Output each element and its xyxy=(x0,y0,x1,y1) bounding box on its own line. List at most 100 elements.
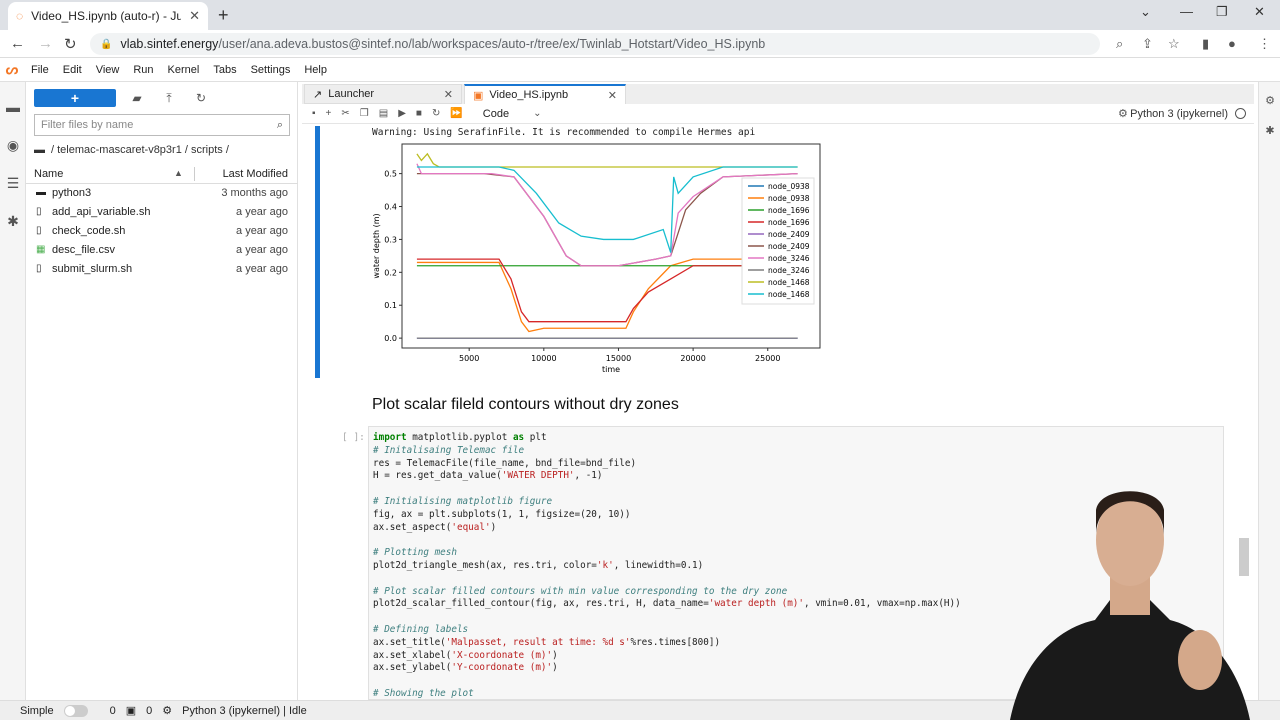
close-icon[interactable]: ✕ xyxy=(608,89,617,102)
menu-kernel[interactable]: Kernel xyxy=(161,64,207,76)
maximize-icon[interactable]: ❐ xyxy=(1216,4,1228,20)
y-tick-label: 0.1 xyxy=(384,301,397,310)
chevron-down-icon[interactable]: ⌄ xyxy=(533,108,541,119)
code-line: res = TelemacFile(file_name, bnd_file=bn… xyxy=(373,457,637,469)
insert-cell-icon[interactable]: + xyxy=(326,108,332,119)
back-icon[interactable]: ← xyxy=(10,35,25,52)
save-icon[interactable]: ▪ xyxy=(312,108,316,119)
legend-entry: node_2409 xyxy=(768,242,810,251)
x-tick-label: 10000 xyxy=(531,354,556,363)
file-row[interactable]: ▯ check_code.sh a year ago xyxy=(26,222,298,241)
left-sidebar-tabs: ▬ ◉ ☰ ✱ xyxy=(0,82,26,700)
kernel-status[interactable]: Python 3 (ipykernel) | Idle xyxy=(182,705,307,717)
active-cell-indicator[interactable] xyxy=(315,126,320,378)
lock-icon: 🔒 xyxy=(100,38,113,50)
property-inspector-icon[interactable]: ⚙ xyxy=(1259,90,1280,112)
legend-entry: node_2409 xyxy=(768,230,810,239)
menu-help[interactable]: Help xyxy=(297,64,334,76)
kernel-name[interactable]: Python 3 (ipykernel) xyxy=(1130,108,1228,120)
file-modified: a year ago xyxy=(236,263,288,275)
terminals-count: 0 xyxy=(109,704,116,717)
kernels-count: 0 xyxy=(146,704,153,717)
toc-icon[interactable]: ☰ xyxy=(0,170,26,196)
extensions-icon[interactable]: ✱ xyxy=(0,208,26,234)
run-icon[interactable]: ▶ xyxy=(398,108,406,119)
bookmark-star-icon[interactable]: ☆ xyxy=(1168,36,1180,52)
file-browser: + ▰ ⤒ ↻ Filter files by name ⌕ ▬ / telem… xyxy=(26,82,298,700)
stop-icon[interactable]: ■ xyxy=(416,108,422,119)
url-domain: vlab.sintef.energy xyxy=(120,37,219,51)
close-icon[interactable]: ✕ xyxy=(444,88,453,101)
browser-menu-icon[interactable]: ⋮ xyxy=(1258,36,1271,52)
copy-icon[interactable]: ❐ xyxy=(360,108,369,119)
side-panel-icon[interactable]: ▮ xyxy=(1202,36,1209,52)
y-axis-label: water depth (m) xyxy=(372,213,381,278)
browser-tab-title: Video_HS.ipynb (auto-r) - Jupyter xyxy=(31,9,182,23)
menu-file[interactable]: File xyxy=(24,64,56,76)
folder-icon[interactable]: ▬ xyxy=(34,144,45,156)
fast-forward-icon[interactable]: ⏩ xyxy=(450,108,462,119)
menu-tabs[interactable]: Tabs xyxy=(206,64,243,76)
simple-mode-label: Simple xyxy=(20,704,54,717)
modified-column-header[interactable]: Last Modified xyxy=(223,168,288,180)
upload-icon[interactable]: ⤒ xyxy=(158,91,180,106)
restart-icon[interactable]: ↻ xyxy=(432,108,440,119)
running-icon[interactable]: ◉ xyxy=(0,132,26,158)
tab-notebook[interactable]: ▣ Video_HS.ipynb ✕ xyxy=(464,84,626,104)
minimize-icon[interactable]: — xyxy=(1180,4,1193,19)
new-tab-icon[interactable]: + xyxy=(218,5,229,26)
file-row[interactable]: ▦ desc_file.csv a year ago xyxy=(26,241,298,260)
y-tick-label: 0.2 xyxy=(384,268,397,277)
browser-tab[interactable]: ◌ Video_HS.ipynb (auto-r) - Jupyter ✕ xyxy=(8,2,208,30)
y-tick-label: 0.5 xyxy=(384,170,397,179)
file-modified: a year ago xyxy=(236,206,288,218)
file-filter-input[interactable]: Filter files by name ⌕ xyxy=(34,114,290,136)
column-divider[interactable] xyxy=(194,167,195,181)
file-row[interactable]: ▯ submit_slurm.sh a year ago xyxy=(26,260,298,279)
x-tick-label: 5000 xyxy=(459,354,479,363)
legend-entry: node_1468 xyxy=(768,290,810,299)
file-row[interactable]: ▯ add_api_variable.sh a year ago xyxy=(26,203,298,222)
tab-launcher[interactable]: ↗ Launcher ✕ xyxy=(304,84,462,104)
jupyter-logo-icon: ᔕ xyxy=(5,61,19,77)
paste-icon[interactable]: ▤ xyxy=(379,108,388,119)
cut-icon[interactable]: ✂ xyxy=(341,108,349,119)
debugger-icon[interactable]: ✱ xyxy=(1259,120,1280,142)
x-tick-label: 25000 xyxy=(755,354,780,363)
new-folder-icon[interactable]: ▰ xyxy=(126,91,148,105)
legend-entry: node_0938 xyxy=(768,182,810,191)
x-axis-label: time xyxy=(602,365,620,372)
file-row[interactable]: ▬ python3 3 months ago xyxy=(26,184,298,203)
markdown-heading: Plot scalar fileld contours without dry … xyxy=(372,396,679,413)
profile-avatar-icon[interactable]: ● xyxy=(1228,36,1236,51)
url-field[interactable]: 🔒 vlab.sintef.energy/user/ana.adeva.bust… xyxy=(90,33,1100,55)
menu-run[interactable]: Run xyxy=(126,64,160,76)
gear-icon[interactable]: ⚙ xyxy=(1118,107,1128,120)
menu-view[interactable]: View xyxy=(89,64,127,76)
jupyter-favicon-icon: ◌ xyxy=(16,9,24,23)
zoom-icon[interactable]: ⌕ xyxy=(1116,36,1123,52)
simple-mode-toggle[interactable] xyxy=(63,704,88,717)
new-launcher-button[interactable]: + xyxy=(34,89,116,107)
menu-settings[interactable]: Settings xyxy=(244,64,298,76)
close-tab-icon[interactable]: ✕ xyxy=(189,8,200,24)
browser-tab-bar: ◌ Video_HS.ipynb (auto-r) - Jupyter ✕ + … xyxy=(0,0,1280,30)
address-bar: ← → ↻ 🔒 vlab.sintef.energy/user/ana.adev… xyxy=(0,30,1280,58)
kernel-status-icon xyxy=(1235,108,1246,119)
file-name: check_code.sh xyxy=(52,225,126,237)
name-column-header[interactable]: Name xyxy=(34,168,63,180)
refresh-icon[interactable]: ↻ xyxy=(190,91,212,105)
tab-search-icon[interactable]: ⌄ xyxy=(1140,4,1151,20)
menu-edit[interactable]: Edit xyxy=(56,64,89,76)
reload-icon[interactable]: ↻ xyxy=(64,35,77,53)
notebook-toolbar: ▪ + ✂ ❐ ▤ ▶ ■ ↻ ⏩ Code ⌄ xyxy=(302,104,1254,124)
share-icon[interactable]: ⇪ xyxy=(1142,36,1153,52)
breadcrumb-path[interactable]: / telemac-mascaret-v8p3r1 / scripts / xyxy=(51,144,229,156)
folder-icon[interactable]: ▬ xyxy=(0,94,26,120)
cell-type-select[interactable]: Code xyxy=(483,108,509,120)
file-filter-placeholder: Filter files by name xyxy=(41,119,134,131)
spreadsheet-icon: ▦ xyxy=(36,244,46,255)
x-tick-label: 20000 xyxy=(680,354,705,363)
close-window-icon[interactable]: ✕ xyxy=(1254,4,1265,20)
forward-icon[interactable]: → xyxy=(38,35,53,52)
